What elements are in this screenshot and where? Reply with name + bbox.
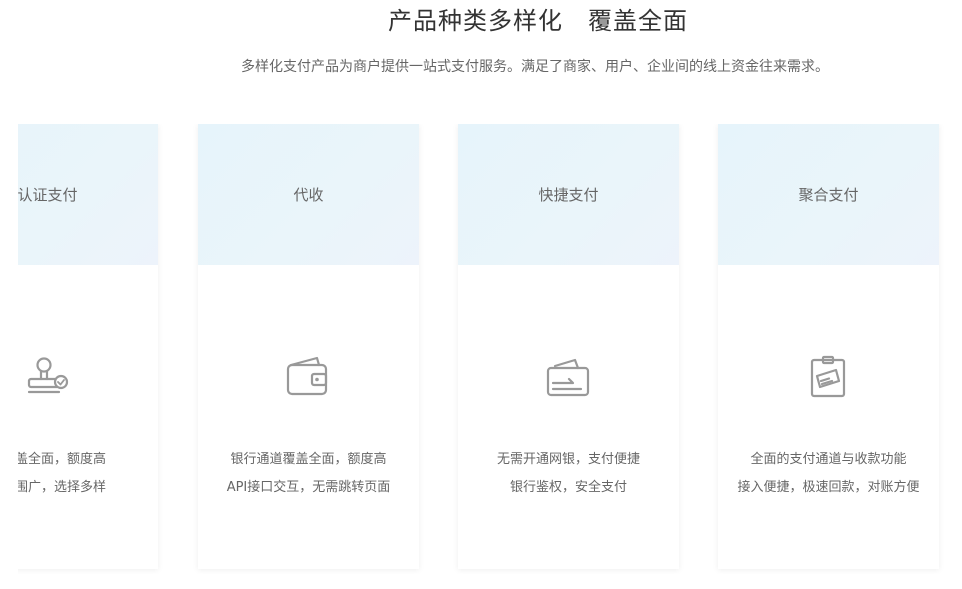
card-title: 快捷支付 [538,186,599,204]
card-desc-line: 银行鉴权，安全支付 [509,480,627,495]
product-carousel: 认证支付 道覆盖全面，额度高 付范围广，选择多样 代收 [18,124,962,574]
card-description: 全面的支付通道与收款功能 接入便捷，极速回款，对账方便 [718,446,939,502]
card-header: 快捷支付 [458,124,679,265]
card-header: 聚合支付 [718,124,939,265]
card-title: 认证支付 [18,186,78,204]
card-desc-line: 银行通道覆盖全面，额度高 [230,452,387,467]
product-card-quick-pay[interactable]: 快捷支付 无需开通网银，支付便捷 银行鉴权，安全支付 [458,124,679,569]
section-subtitle: 多样化支付产品为商户提供一站式支付服务。满足了商家、用户、企业间的线上资金往来需… [241,59,829,75]
card-icon [543,354,593,400]
product-card-aggregate-pay[interactable]: 聚合支付 全面的支付通道与收款功能 接入便捷，极速回款，对账方便 [718,124,939,569]
card-header: 代收 [198,124,419,265]
product-section: 产品种类多样化 覆盖全面 多样化支付产品为商户提供一站式支付服务。满足了商家、用… [0,0,962,589]
card-desc-line: 付范围广，选择多样 [18,480,106,495]
card-desc-line: 无需开通网银，支付便捷 [496,452,640,467]
wallet-icon [283,354,333,400]
card-description: 道覆盖全面，额度高 付范围广，选择多样 [18,446,158,502]
card-desc-line: 全面的支付通道与收款功能 [750,452,907,467]
card-title: 聚合支付 [798,186,859,204]
clipboard-card-icon [803,354,853,400]
section-title: 产品种类多样化 覆盖全面 [388,7,688,35]
card-description: 银行通道覆盖全面，额度高 API接口交互，无需跳转页面 [198,446,419,502]
card-header: 认证支付 [18,124,158,265]
card-desc-line: API接口交互，无需跳转页面 [226,480,391,495]
product-card-collection[interactable]: 代收 银行通道覆盖全面，额度高 API接口交互，无需跳转页面 [198,124,419,569]
card-description: 无需开通网银，支付便捷 银行鉴权，安全支付 [458,446,679,502]
card-title: 代收 [293,186,324,204]
card-desc-line: 道覆盖全面，额度高 [18,452,106,467]
card-desc-line: 接入便捷，极速回款，对账方便 [737,480,920,495]
stamp-check-icon [22,354,72,400]
product-card-auth-pay[interactable]: 认证支付 道覆盖全面，额度高 付范围广，选择多样 [18,124,158,569]
